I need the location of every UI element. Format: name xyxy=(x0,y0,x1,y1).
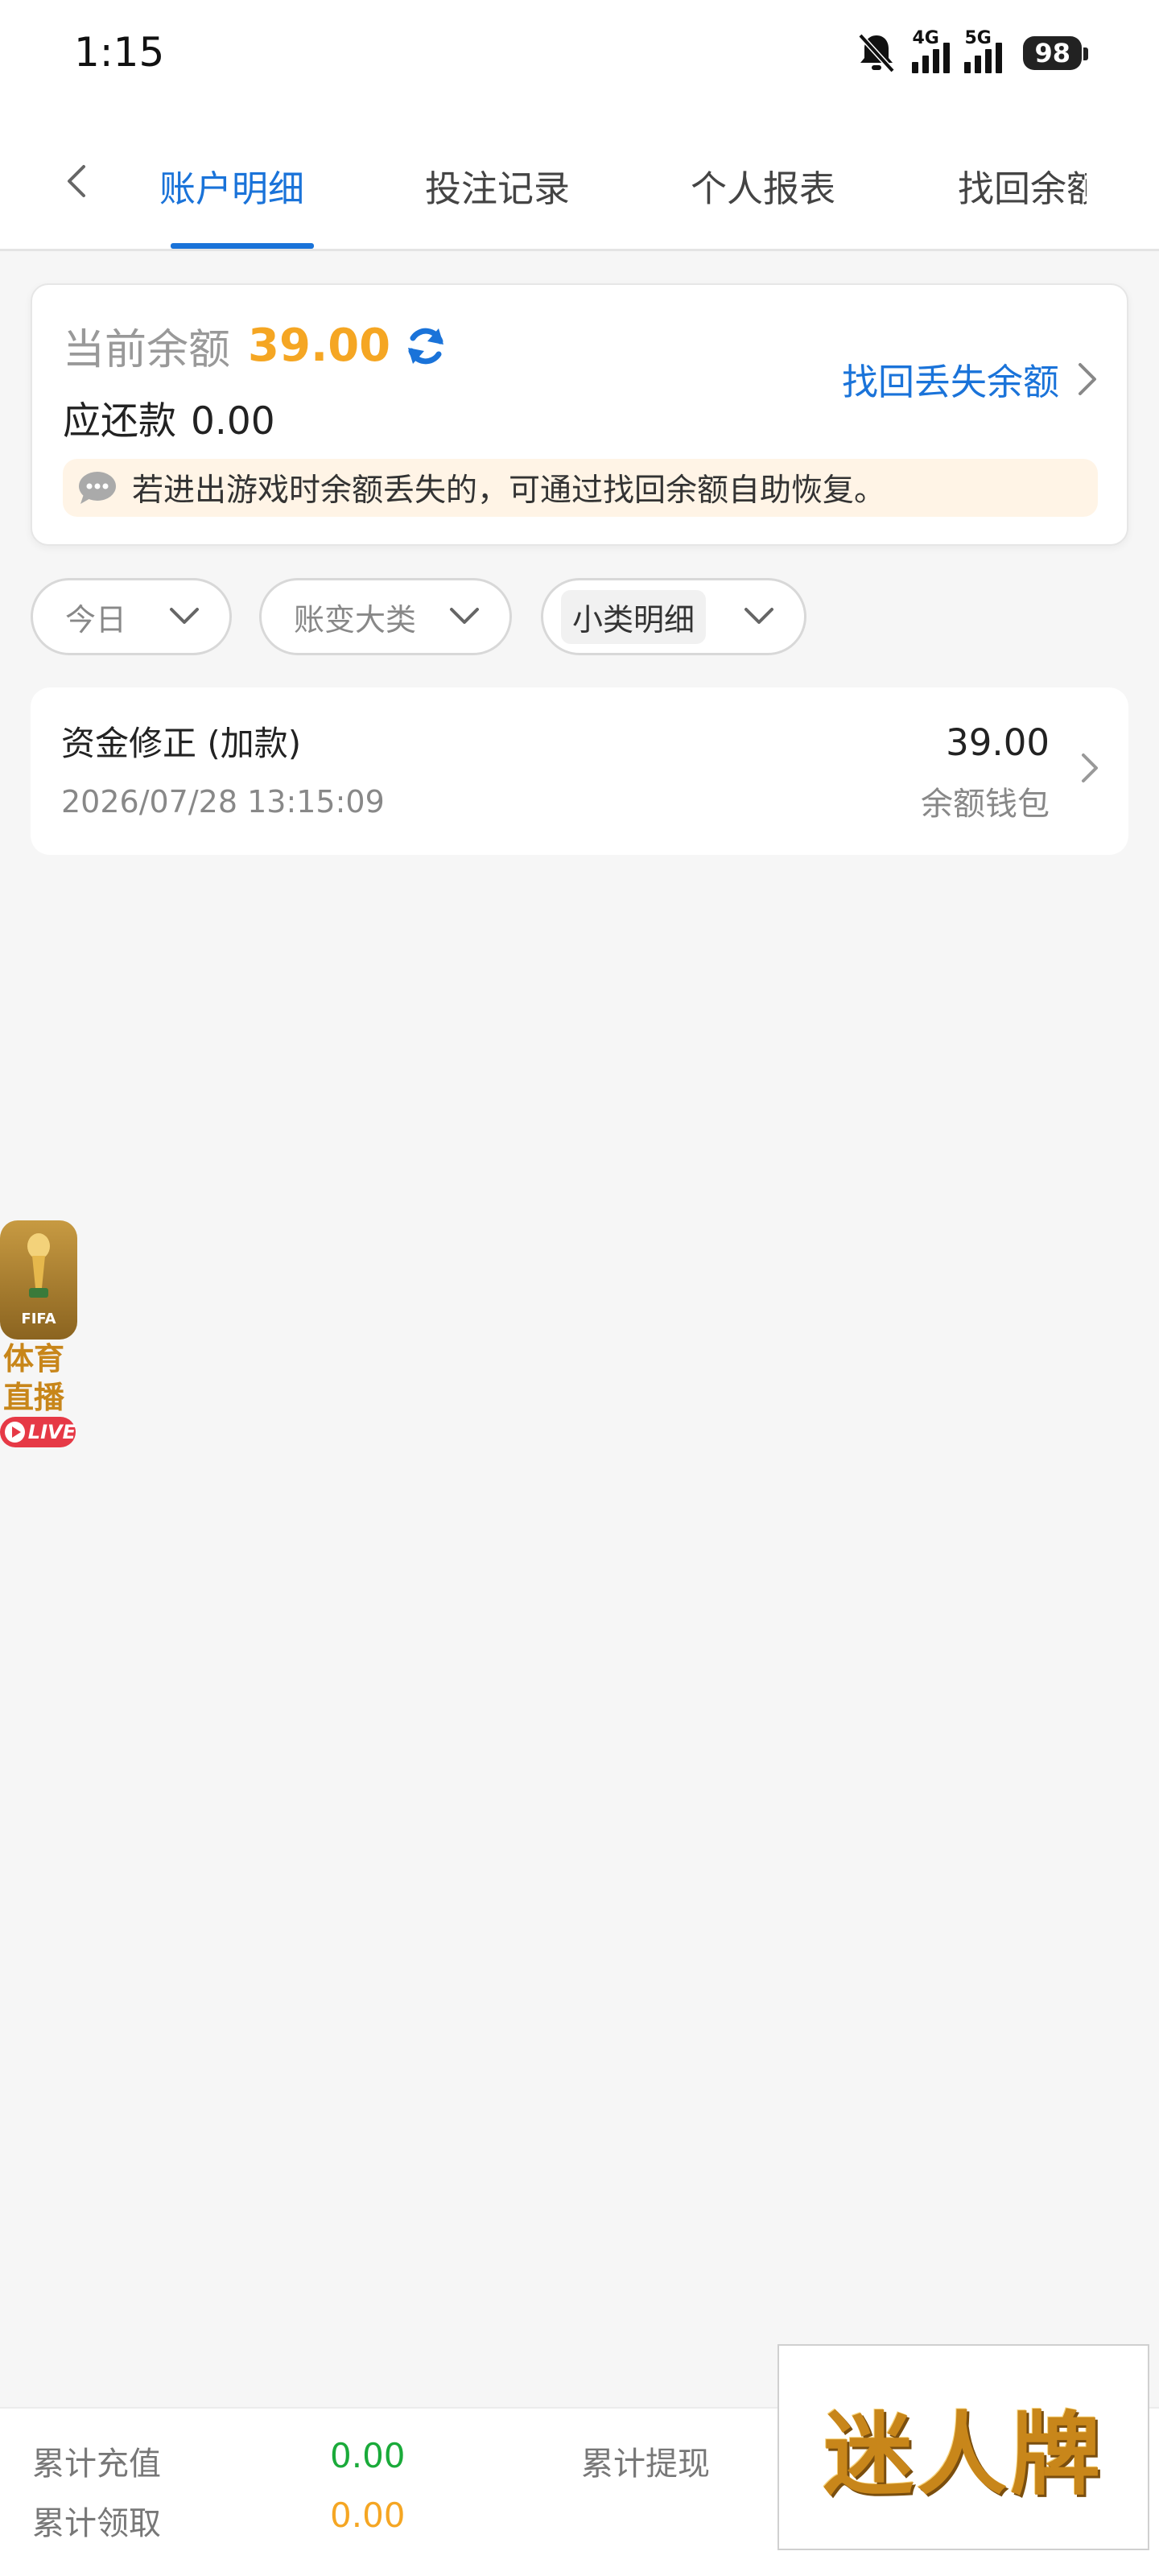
tab-recover-balance[interactable]: 找回余额 xyxy=(958,159,1087,209)
filter-date-label: 今日 xyxy=(65,601,127,638)
back-button[interactable] xyxy=(56,161,97,201)
withdraw-label: 累计提现 xyxy=(581,2446,710,2483)
record-wallet: 余额钱包 xyxy=(921,786,1050,823)
claim-value: 0.00 xyxy=(330,2496,406,2535)
balance-card: 当前余额 39.00 应还款 0.00 找回丢失余额 若进出游戏时余额丢失的，可… xyxy=(31,283,1128,546)
world-cup-trophy-icon xyxy=(27,1233,50,1298)
signal-5g-label: 5G xyxy=(964,28,992,48)
recharge-label: 累计充值 xyxy=(32,2446,161,2483)
chevron-left-icon xyxy=(68,165,85,197)
tab-account-detail[interactable]: 账户明细 xyxy=(159,159,304,212)
chevron-down-icon xyxy=(450,608,479,624)
balance-row: 当前余额 39.00 xyxy=(63,316,448,376)
chevron-down-icon xyxy=(744,608,773,624)
active-tab-indicator xyxy=(171,243,314,249)
refresh-icon[interactable] xyxy=(403,324,448,369)
owe-value: 0.00 xyxy=(191,399,275,444)
filter-category[interactable]: 账变大类 xyxy=(259,578,512,655)
status-bar: 1:15 4G 5G 98 xyxy=(0,0,1159,105)
fifa-label: FIFA xyxy=(21,1311,56,1327)
record-title: 资金修正 (加款) xyxy=(61,724,302,763)
chevron-right-icon xyxy=(1082,753,1098,782)
status-time: 1:15 xyxy=(74,29,165,76)
owe-row: 应还款 0.00 xyxy=(63,390,275,445)
recover-lost-balance-link[interactable]: 找回丢失余额 xyxy=(842,353,1098,405)
tab-recover-balance-clip: 找回余额 xyxy=(958,153,1087,209)
tab-personal-report[interactable]: 个人报表 xyxy=(691,159,835,212)
recharge-value: 0.00 xyxy=(330,2436,406,2475)
chevron-down-icon xyxy=(170,608,199,624)
filter-subcategory-label: 小类明细 xyxy=(561,589,707,644)
battery-icon: 98 xyxy=(1023,36,1088,70)
record-amount: 39.00 xyxy=(946,721,1050,764)
owe-label: 应还款 xyxy=(63,399,176,444)
live-badge-line1: 体育 xyxy=(3,1341,65,1377)
brand-text: 迷人牌 xyxy=(823,2402,1103,2508)
balance-value: 39.00 xyxy=(248,320,391,372)
filter-subcategory[interactable]: 小类明细 xyxy=(541,578,806,655)
bell-off-icon xyxy=(858,33,896,73)
tab-bar: 账户明细 投注记录 个人报表 找回余额 xyxy=(0,105,1159,251)
notice-text: 若进出游戏时余额丢失的，可通过找回余额自助恢复。 xyxy=(132,473,886,509)
balance-label: 当前余额 xyxy=(63,326,231,374)
signal-4g-label: 4G xyxy=(912,28,939,48)
live-label: LIVE xyxy=(27,1421,76,1443)
claim-label: 累计领取 xyxy=(32,2505,161,2542)
transaction-record[interactable]: 资金修正 (加款) 2026/07/28 13:15:09 39.00 余额钱包 xyxy=(31,687,1128,855)
signal-4g-icon: 4G xyxy=(912,28,951,73)
record-time: 2026/07/28 13:15:09 xyxy=(61,784,385,819)
signal-5g-icon: 5G xyxy=(964,28,1003,73)
play-icon xyxy=(5,1422,25,1443)
status-icons: 4G 5G 98 xyxy=(856,28,1088,76)
brand-logo[interactable]: 迷人牌 xyxy=(777,2344,1149,2550)
live-pill: LIVE xyxy=(0,1417,76,1447)
filter-date[interactable]: 今日 xyxy=(31,578,232,655)
sports-live-badge[interactable]: FIFA 体育 直播 LIVE xyxy=(0,1220,79,1454)
tab-bet-records[interactable]: 投注记录 xyxy=(425,159,570,212)
filter-category-label: 账变大类 xyxy=(294,601,417,638)
recover-lost-balance-label: 找回丢失余额 xyxy=(841,361,1059,403)
trophy-icon: FIFA xyxy=(0,1220,77,1340)
live-badge-line2: 直播 xyxy=(3,1380,65,1415)
chat-bubble-icon xyxy=(79,472,116,504)
recover-notice: 若进出游戏时余额丢失的，可通过找回余额自助恢复。 xyxy=(63,459,1098,517)
chevron-right-icon xyxy=(1079,362,1096,395)
